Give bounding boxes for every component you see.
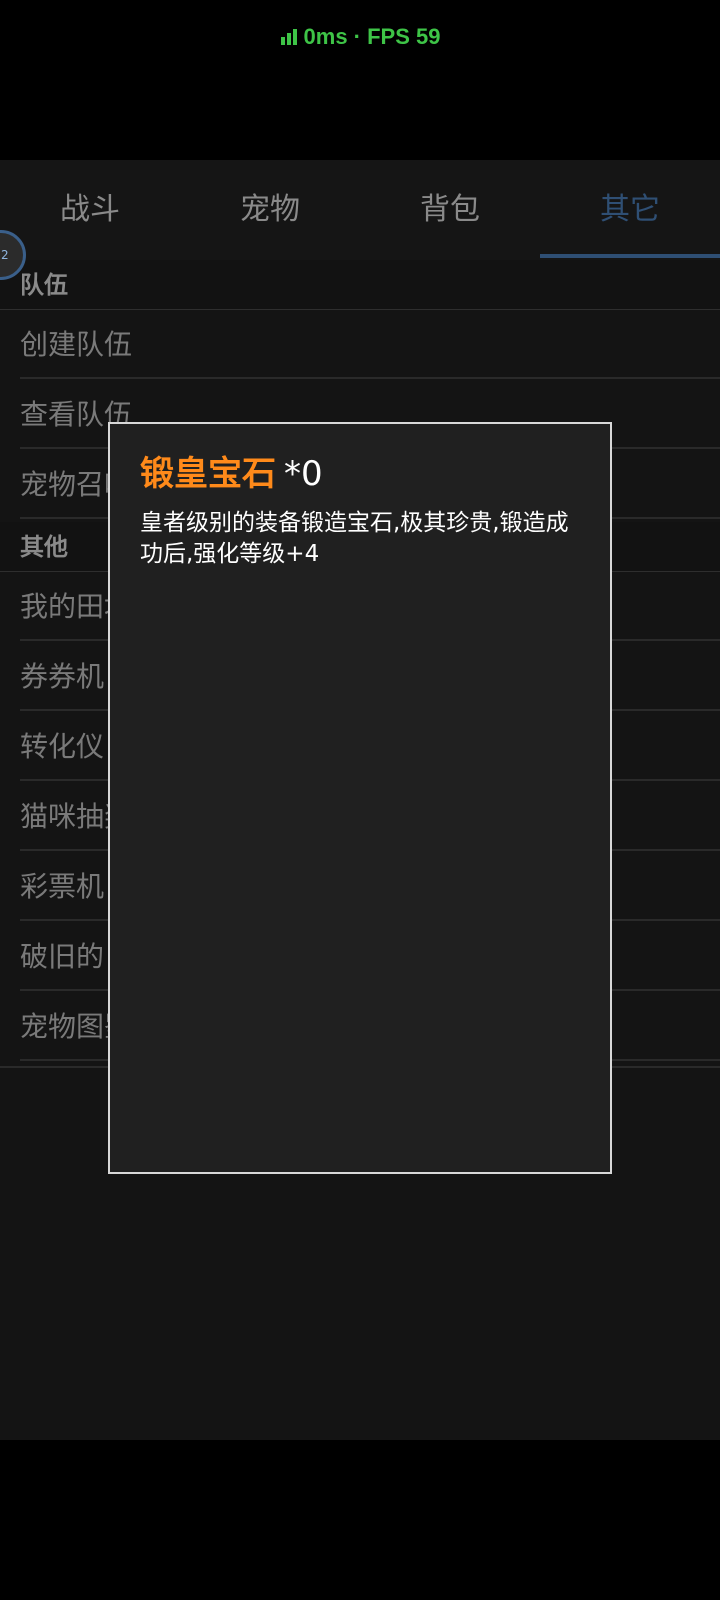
item-name: 锻皇宝石 (140, 454, 276, 494)
signal-icon (280, 25, 298, 51)
menu-item-create-team[interactable]: 创建队伍 (20, 310, 720, 379)
tab-pets[interactable]: 宠物 (180, 160, 360, 260)
item-quantity: *0 (284, 454, 323, 494)
status-bar: 0ms · FPS 59 (0, 24, 720, 51)
item-description: 皇者级别的装备锻造宝石,极其珍贵,锻造成功后,强化等级+4 (140, 510, 569, 567)
active-tab-indicator (540, 254, 720, 258)
tab-bar: 战斗 宠物 背包 其它 (0, 160, 720, 260)
tab-bag[interactable]: 背包 (360, 160, 540, 260)
item-detail-dialog[interactable]: 锻皇宝石 *0 皇者级别的装备锻造宝石,极其珍贵,锻造成功后,强化等级+4 (108, 422, 612, 1174)
status-text: 0ms · FPS 59 (303, 24, 441, 49)
tab-other[interactable]: 其它 (540, 160, 720, 260)
item-title: 锻皇宝石 *0 (140, 446, 323, 495)
tab-battle[interactable]: 战斗 (0, 160, 180, 260)
section-header-team: 队伍 (0, 260, 720, 310)
